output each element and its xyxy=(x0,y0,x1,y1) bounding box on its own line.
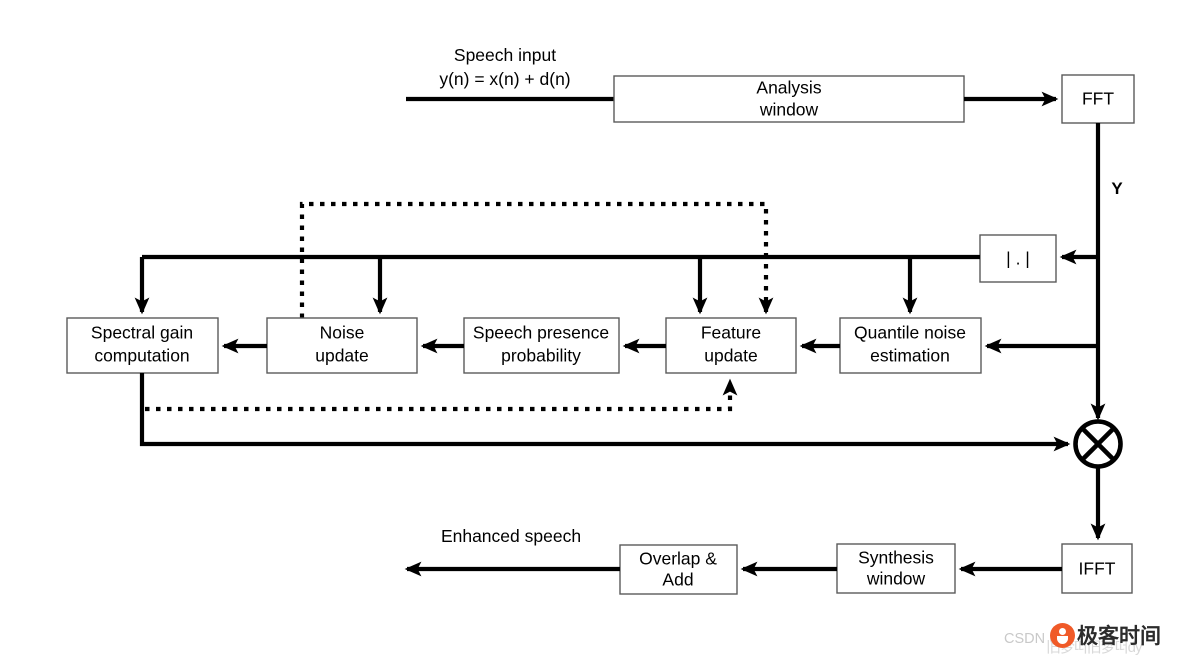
block-speech-presence-probability-line2: probability xyxy=(501,346,581,366)
block-synthesis-window: Synthesis window xyxy=(836,543,956,594)
block-feature-update: Feature update xyxy=(665,317,797,374)
block-speech-presence-probability-line1: Speech presence xyxy=(473,323,609,343)
diagram-canvas: Speech input y(n) = x(n) + d(n) Analysis… xyxy=(66,45,1135,595)
enhanced-speech-label: Enhanced speech xyxy=(441,526,581,546)
block-feature-update-line2: update xyxy=(704,346,758,366)
signal-label-y: Y xyxy=(1111,179,1123,198)
block-overlap-and-add-line2: Add xyxy=(662,570,693,590)
block-overlap-and-add-line1: Overlap & xyxy=(639,549,717,569)
dotted-wire-gain-to-feature xyxy=(145,378,738,412)
speech-input-label-line2: y(n) = x(n) + d(n) xyxy=(439,69,570,89)
block-magnitude-label: | . | xyxy=(1006,249,1030,269)
block-synthesis-window-line2: window xyxy=(866,569,926,589)
block-ifft: IFFT xyxy=(1061,543,1133,594)
block-quantile-noise-estimation: Quantile noise estimation xyxy=(839,317,982,374)
block-noise-update-line1: Noise xyxy=(320,323,365,343)
block-quantile-noise-estimation-line1: Quantile noise xyxy=(854,323,966,343)
speech-input-label-line1: Speech input xyxy=(454,45,556,65)
block-overlap-and-add: Overlap & Add xyxy=(619,544,738,595)
block-quantile-noise-estimation-line2: estimation xyxy=(870,346,950,366)
dotted-wire-noise-to-feature xyxy=(299,201,774,318)
block-spectral-gain-computation-line2: computation xyxy=(94,346,189,366)
block-synthesis-window-line1: Synthesis xyxy=(858,548,934,568)
block-diagram: Speech input y(n) = x(n) + d(n) Analysis… xyxy=(0,0,1184,666)
block-speech-presence-probability: Speech presence probability xyxy=(463,317,620,374)
block-analysis-window-line2: window xyxy=(759,100,819,120)
block-noise-update: Noise update xyxy=(266,317,418,374)
block-spectral-gain-computation-line1: Spectral gain xyxy=(91,323,193,343)
block-noise-update-line2: update xyxy=(315,346,369,366)
block-feature-update-line1: Feature xyxy=(701,323,761,343)
block-magnitude: | . | xyxy=(979,234,1057,283)
block-fft-label: FFT xyxy=(1082,89,1114,109)
block-ifft-label: IFFT xyxy=(1079,559,1116,579)
multiplier-node xyxy=(1073,419,1123,469)
block-analysis-window: Analysis window xyxy=(613,75,965,123)
block-spectral-gain-computation: Spectral gain computation xyxy=(66,317,219,374)
block-fft: FFT xyxy=(1061,74,1135,124)
block-analysis-window-line1: Analysis xyxy=(756,78,821,98)
